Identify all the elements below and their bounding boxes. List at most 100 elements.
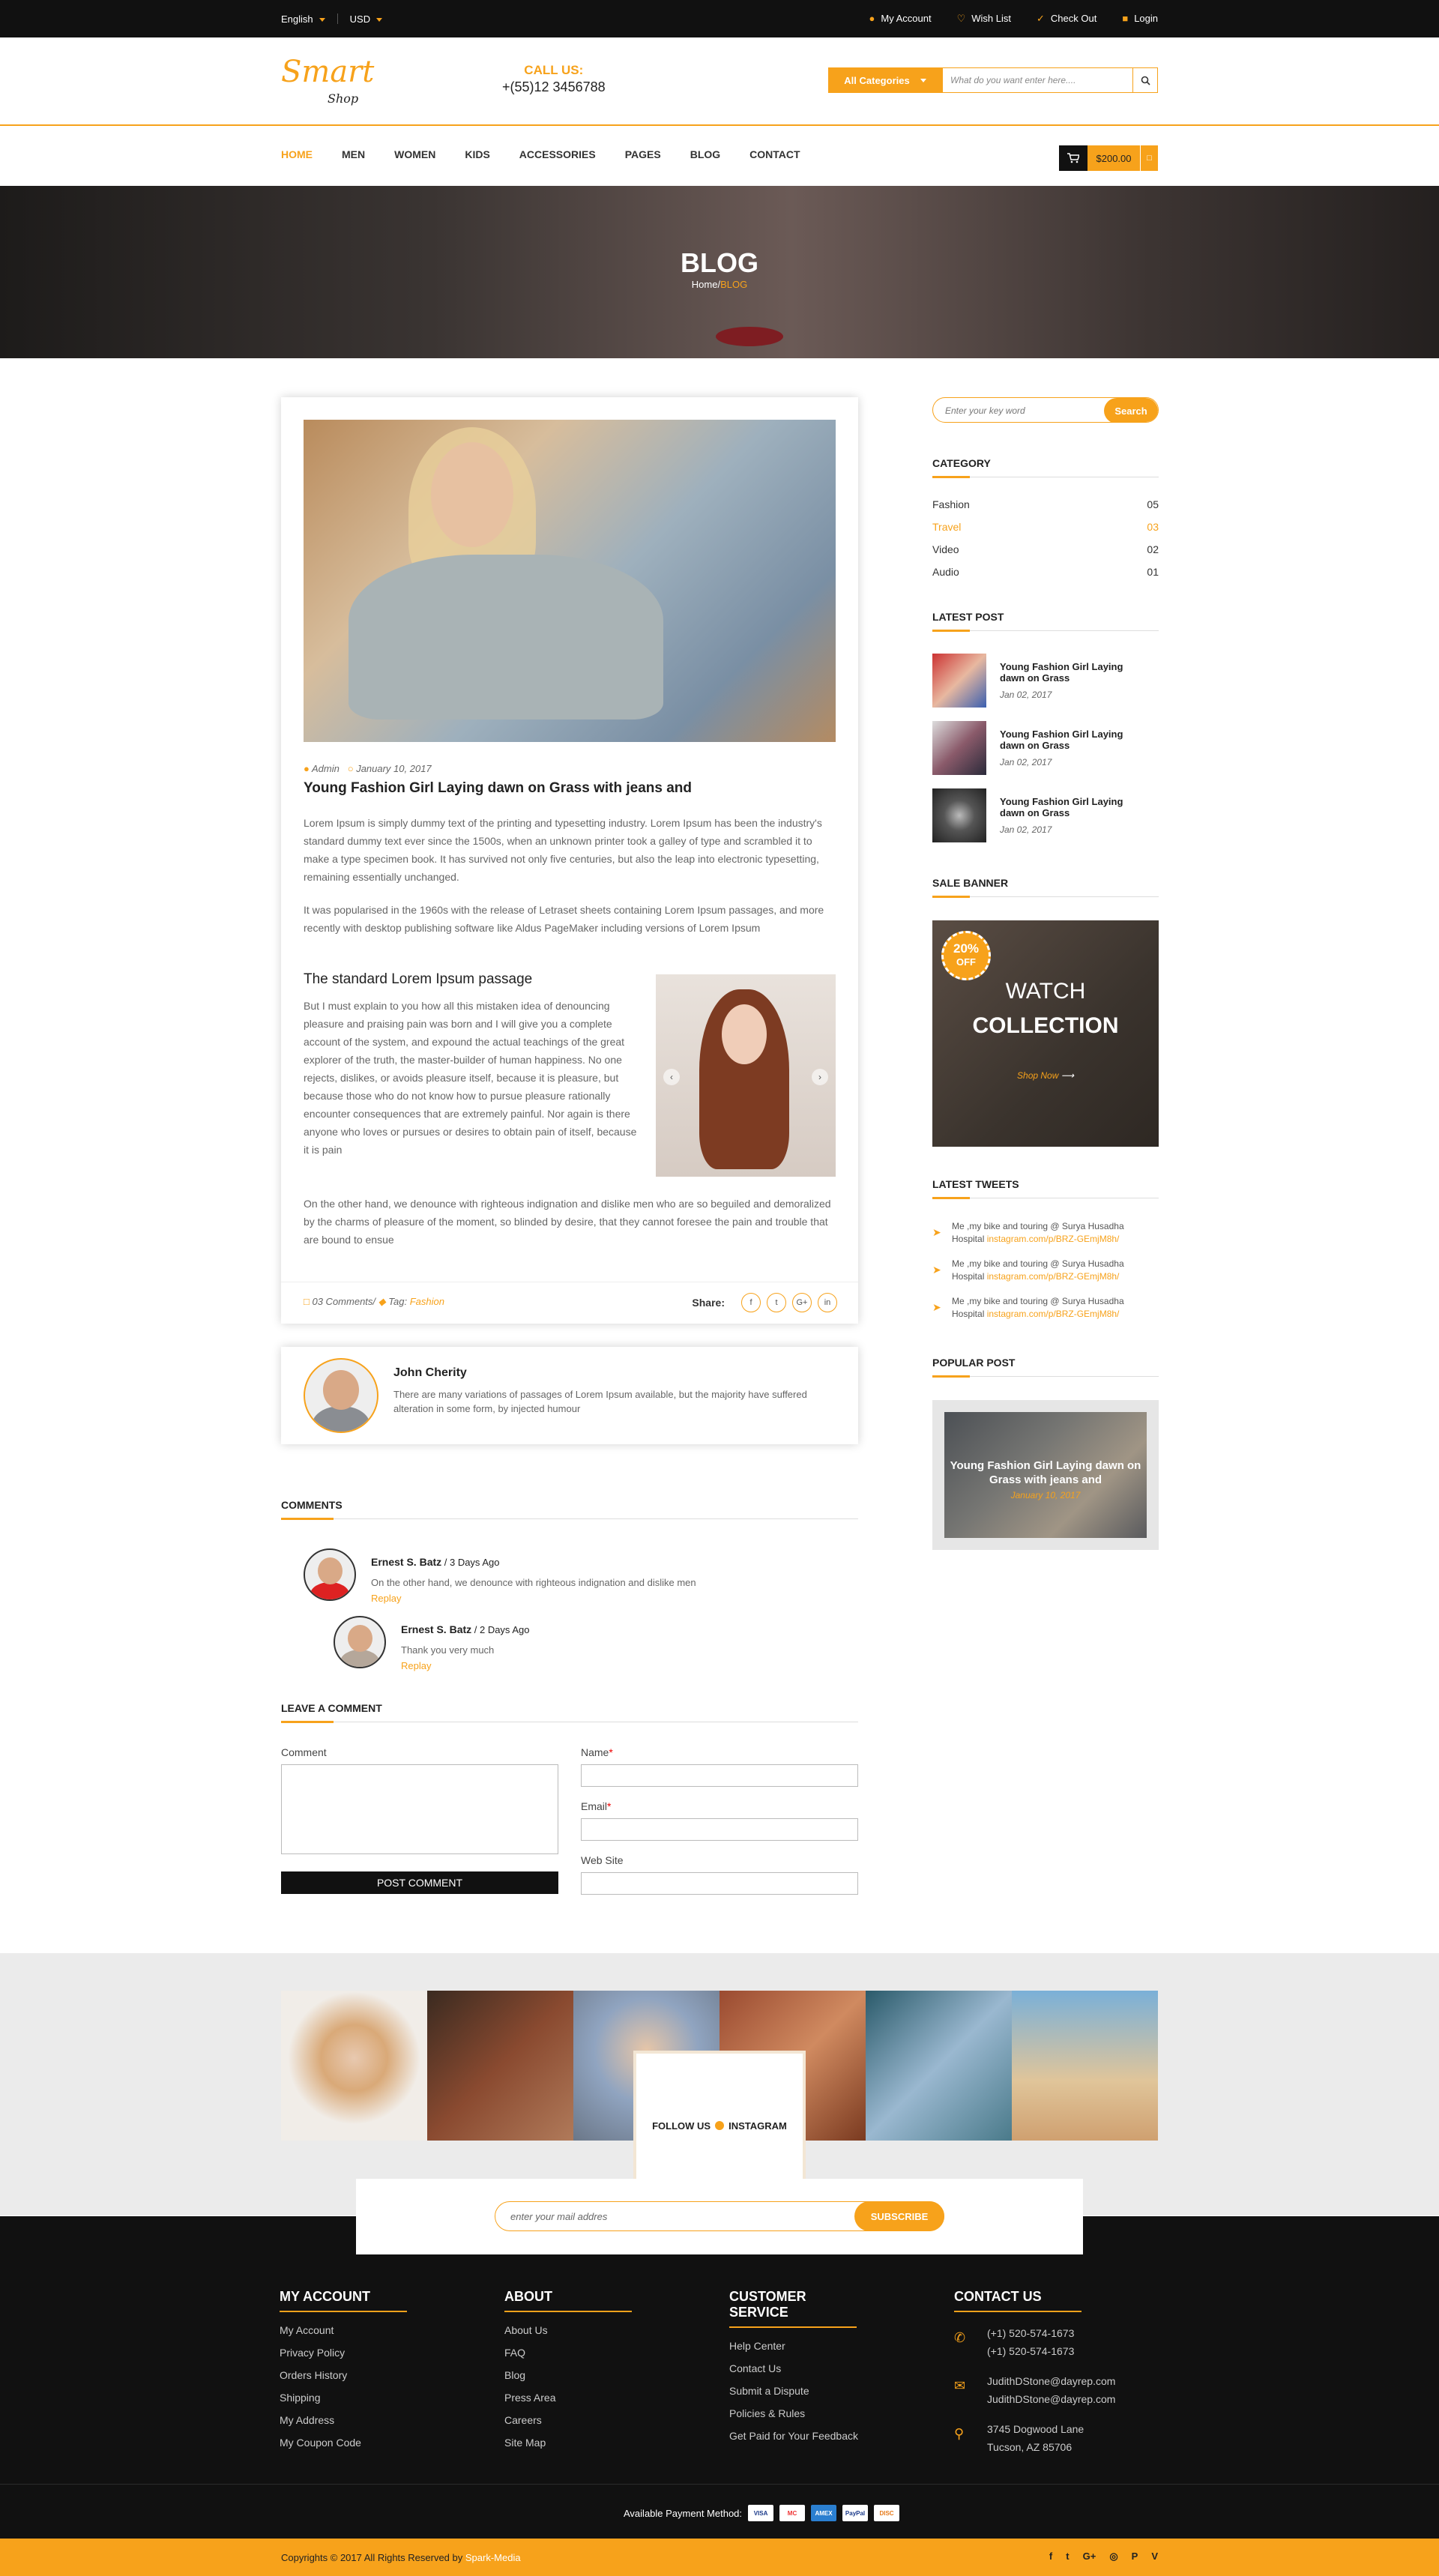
instagram-photo[interactable] — [427, 1991, 573, 2141]
popular-post-title: Young Fashion Girl Laying dawn on Grass … — [950, 1459, 1141, 1486]
latest-post-item[interactable]: Young Fashion Girl Laying dawn on Grass … — [932, 721, 1159, 775]
comment-author: Ernest S. Batz / 3 Days Ago — [371, 1556, 500, 1568]
cart-button[interactable]: $200.00 □ — [1059, 145, 1158, 171]
footer-heading: ABOUT — [504, 2289, 632, 2312]
footer-link[interactable]: Help Center — [729, 2340, 939, 2362]
footer-link[interactable]: FAQ — [504, 2347, 714, 2369]
tag-link[interactable]: Fashion — [410, 1296, 444, 1307]
cart-icon — [1059, 145, 1087, 171]
footer-link[interactable]: Blog — [504, 2369, 714, 2392]
site-header: Smart Shop CALL US: +(55)12 3456788 All C… — [0, 37, 1439, 126]
footer-link[interactable]: My Account — [280, 2324, 489, 2347]
sale-banner[interactable]: 20% OFF WATCH COLLECTION Shop Now ⟶ — [932, 920, 1159, 1147]
email-field[interactable] — [581, 1818, 858, 1841]
all-categories-dropdown[interactable]: All Categories — [828, 67, 942, 93]
nav-home[interactable]: HOME — [281, 148, 313, 160]
footer-link[interactable]: About Us — [504, 2324, 714, 2347]
leave-comment-heading: LEAVE A COMMENT — [281, 1702, 858, 1723]
breadcrumb-home[interactable]: Home/ — [692, 279, 720, 290]
comment-textarea[interactable] — [281, 1764, 558, 1854]
nav-blog[interactable]: BLOG — [690, 148, 720, 160]
check-icon: ✓ — [1037, 13, 1045, 24]
language-select[interactable]: English — [281, 13, 325, 25]
currency-select[interactable]: USD — [350, 13, 383, 25]
facebook-icon[interactable]: f — [741, 1293, 761, 1312]
category-item[interactable]: Audio 01 — [932, 566, 1159, 578]
comments-heading: COMMENTS — [281, 1499, 858, 1520]
post-featured-image — [304, 420, 836, 742]
email-link[interactable]: JudithDStone@dayrep.com — [987, 2372, 1164, 2390]
google-plus-icon[interactable]: G+ — [1083, 2551, 1096, 2563]
wish-list-link[interactable]: ♡ Wish List — [957, 13, 1011, 25]
search-input[interactable]: What do you want enter here.... — [942, 67, 1132, 93]
reply-link[interactable]: Replay — [401, 1660, 529, 1671]
check-out-link[interactable]: ✓ Check Out — [1037, 13, 1096, 25]
post-comment-button[interactable]: POST COMMENT — [281, 1871, 558, 1894]
category-item[interactable]: Fashion 05 — [932, 498, 1159, 510]
pinterest-icon[interactable]: P — [1132, 2551, 1138, 2563]
instagram-icon[interactable]: ◎ — [1109, 2551, 1117, 2563]
nav-accessories[interactable]: ACCESSORIES — [519, 148, 596, 160]
linkedin-icon[interactable]: in — [818, 1293, 837, 1312]
footer-link[interactable]: Press Area — [504, 2392, 714, 2414]
logo[interactable]: Smart Shop — [281, 57, 374, 114]
latest-post-item[interactable]: Young Fashion Girl Laying dawn on Grass … — [932, 788, 1159, 842]
footer-link[interactable]: Get Paid for Your Feedback — [729, 2430, 939, 2452]
reply-link[interactable]: Replay — [371, 1593, 696, 1604]
instagram-photo[interactable] — [1012, 1991, 1158, 2141]
nav-women[interactable]: WOMEN — [394, 148, 435, 160]
facebook-icon[interactable]: f — [1049, 2551, 1052, 2563]
image-detail — [349, 555, 663, 720]
footer-link[interactable]: Policies & Rules — [729, 2407, 939, 2430]
comments-count[interactable]: 03 Comments/ — [312, 1296, 375, 1307]
sidebar-search-button[interactable]: Search — [1104, 398, 1158, 422]
name-field[interactable] — [581, 1764, 858, 1787]
footer-link[interactable]: My Coupon Code — [280, 2437, 489, 2459]
post-meta: ● Admin ○ January 10, 2017 — [304, 763, 432, 774]
footer-link[interactable]: Orders History — [280, 2369, 489, 2392]
nav-kids[interactable]: KIDS — [465, 148, 489, 160]
footer-link[interactable]: Contact Us — [729, 2362, 939, 2385]
tweet-link[interactable]: instagram.com/p/BRZ-GEmjM8h/ — [987, 1234, 1120, 1244]
footer-link[interactable]: Careers — [504, 2414, 714, 2437]
category-item[interactable]: Video 02 — [932, 543, 1159, 555]
banner-line-1: WATCH — [1005, 979, 1086, 1004]
avatar-head — [317, 1557, 343, 1585]
call-us: CALL US: +(55)12 3456788 — [502, 63, 606, 95]
email-link[interactable]: JudithDStone@dayrep.com — [987, 2390, 1164, 2408]
subscribe-button[interactable]: SUBSCRIBE — [854, 2201, 944, 2231]
website-field[interactable] — [581, 1872, 858, 1895]
footer-link[interactable]: Privacy Policy — [280, 2347, 489, 2369]
instagram-photo[interactable] — [866, 1991, 1012, 2141]
tweet-link[interactable]: instagram.com/p/BRZ-GEmjM8h/ — [987, 1271, 1120, 1282]
shop-now-link[interactable]: Shop Now ⟶ — [932, 1070, 1159, 1081]
twitter-icon[interactable]: t — [1066, 2551, 1069, 2563]
login-link[interactable]: ■ Login — [1122, 13, 1158, 25]
nav-pages[interactable]: PAGES — [625, 148, 661, 160]
nav-men[interactable]: MEN — [342, 148, 365, 160]
instagram-photo[interactable] — [281, 1991, 427, 2141]
my-account-link[interactable]: ● My Account — [869, 13, 932, 25]
footer-link[interactable]: Submit a Dispute — [729, 2385, 939, 2407]
category-item[interactable]: Travel 03 — [932, 521, 1159, 533]
footer-link[interactable]: My Address — [280, 2414, 489, 2437]
footer-link[interactable]: Site Map — [504, 2437, 714, 2459]
twitter-icon[interactable]: t — [767, 1293, 786, 1312]
follow-instagram-button[interactable]: FOLLOW US INSTAGRAM — [633, 2051, 806, 2201]
chevron-right-icon[interactable]: › — [812, 1069, 828, 1085]
tweet-link[interactable]: instagram.com/p/BRZ-GEmjM8h/ — [987, 1309, 1120, 1319]
vimeo-icon[interactable]: V — [1151, 2551, 1158, 2563]
google-plus-icon[interactable]: G+ — [792, 1293, 812, 1312]
brand-link[interactable]: Spark-Media — [465, 2552, 521, 2563]
chevron-left-icon[interactable]: ‹ — [663, 1069, 680, 1085]
footer-contact: CONTACT US ✆ (+1) 520-574-1673 (+1) 520-57… — [954, 2289, 1164, 2468]
latest-post-item[interactable]: Young Fashion Girl Laying dawn on Grass … — [932, 654, 1159, 708]
chevron-down-icon — [376, 17, 383, 22]
footer-link[interactable]: Shipping — [280, 2392, 489, 2414]
popular-post[interactable]: Young Fashion Girl Laying dawn on Grass … — [932, 1400, 1159, 1550]
search-button[interactable] — [1132, 67, 1158, 93]
nav-contact[interactable]: CONTACT — [749, 148, 800, 160]
newsletter-email-input[interactable]: enter your mail addres — [510, 2211, 607, 2222]
sidebar-search-input[interactable]: Enter your key word — [945, 405, 1025, 416]
image-detail — [722, 1004, 767, 1064]
